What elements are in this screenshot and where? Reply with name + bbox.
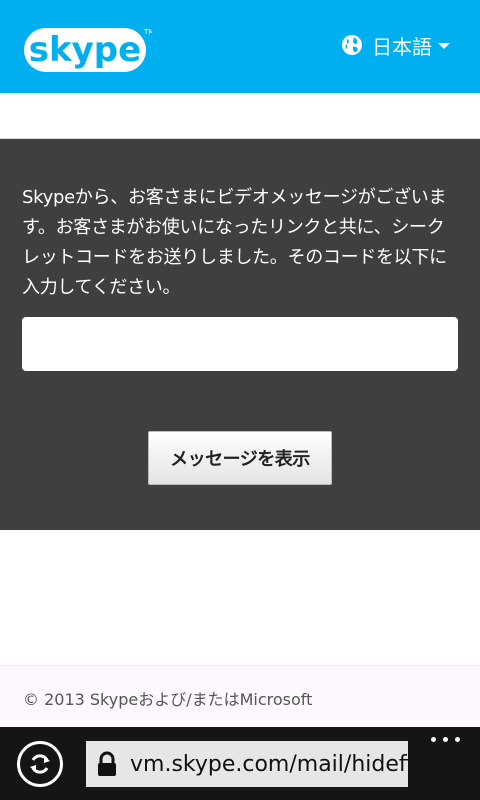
- instruction-text: Skypeから、お客さまにビデオメッセージがございます。お客さまがお使いになった…: [22, 187, 447, 298]
- svg-text:skype: skype: [29, 30, 141, 70]
- secret-code-input[interactable]: [22, 317, 458, 371]
- footer: © 2013 Skypeおよび/またはMicrosoft: [0, 665, 480, 728]
- dot-icon: [443, 737, 448, 742]
- dot-icon: [455, 737, 460, 742]
- chevron-down-icon: [438, 43, 450, 49]
- refresh-button[interactable]: [17, 741, 63, 787]
- dot-icon: [431, 737, 436, 742]
- globe-icon: [342, 35, 362, 55]
- language-label: 日本語: [372, 34, 432, 59]
- copyright-text: © 2013 Skypeおよび/またはMicrosoft: [23, 690, 313, 709]
- url-field[interactable]: vm.skype.com/mail/hidefinish: [86, 741, 408, 787]
- lock-icon: [98, 751, 116, 776]
- refresh-icon: [30, 754, 50, 774]
- language-selector[interactable]: 日本語: [341, 30, 450, 60]
- secret-code-panel: Skypeから、お客さまにビデオメッセージがございます。お客さまがお使いになった…: [0, 139, 480, 530]
- url-text: vm.skype.com/mail/hidefinish: [130, 751, 408, 777]
- show-message-button[interactable]: メッセージを表示: [148, 431, 332, 485]
- browser-address-bar: vm.skype.com/mail/hidefinish: [0, 727, 480, 800]
- header-bar: skype TM 日本語: [0, 0, 480, 93]
- skype-logo[interactable]: skype TM: [22, 22, 152, 80]
- svg-text:TM: TM: [143, 28, 152, 36]
- more-options-button[interactable]: [431, 737, 460, 742]
